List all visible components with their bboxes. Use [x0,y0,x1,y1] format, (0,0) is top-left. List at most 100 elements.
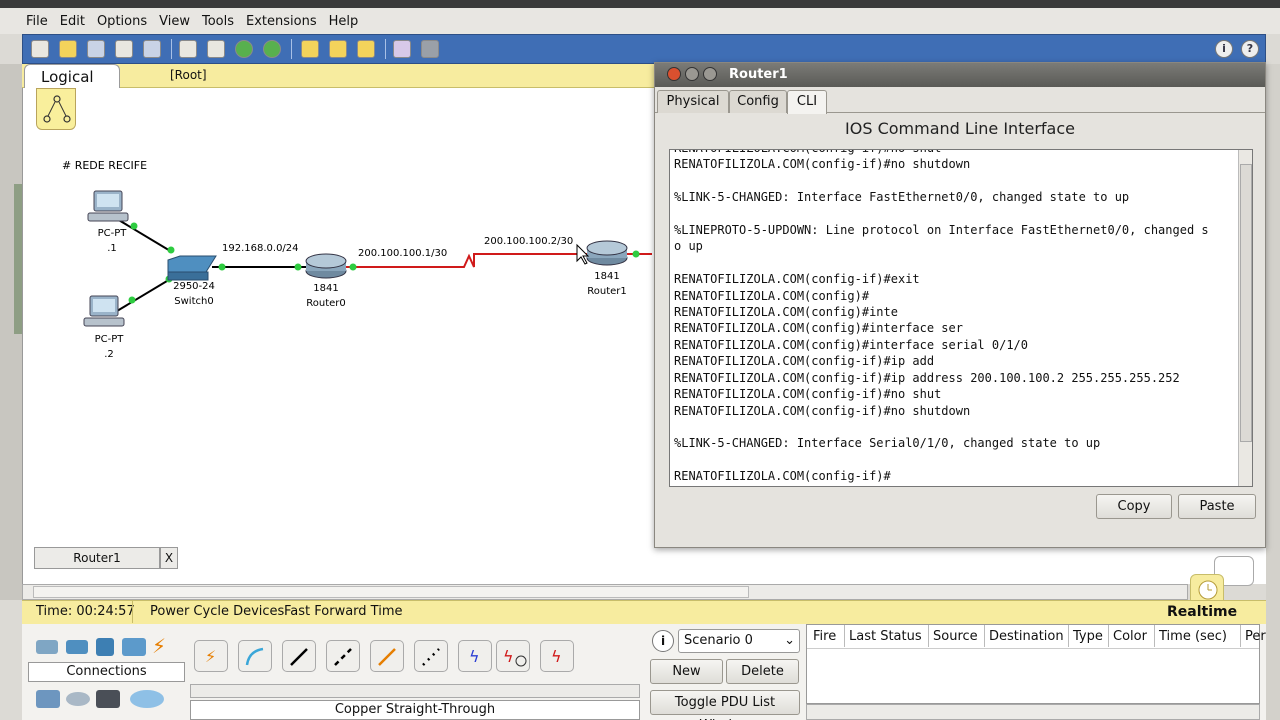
realtime-mode-label[interactable]: Realtime [1167,601,1237,623]
svg-text:ϟ: ϟ [469,647,480,666]
workspace-hscrollbar[interactable] [22,584,1188,600]
svg-text:⚡: ⚡ [205,647,216,666]
col-color[interactable]: Color [1109,625,1155,647]
open-folder-icon[interactable] [59,40,77,58]
pc2-model-label: PC-PT [95,334,125,345]
cli-line: RENATOFILIZOLA.COM(config)#interface ser… [674,337,1029,352]
cable-coaxial[interactable]: ϟ [458,640,492,672]
tab-cli[interactable]: CLI [787,90,827,114]
menu-bar: File Edit Options View Tools Extensions … [0,8,1280,34]
activity-wizard-icon[interactable] [143,40,161,58]
cli-line [674,452,1234,468]
connections-category-icon[interactable]: ⚡ [152,634,166,658]
end-devices-icon[interactable] [36,690,60,708]
toggle-pdu-list-button[interactable]: Toggle PDU List Window [650,690,800,720]
cli-line: RENATOFILIZOLA.COM(config-if)#ip add [674,354,935,369]
cli-line: RENATOFILIZOLA.COM(config-if)#no shutdow… [674,403,971,418]
cable-console[interactable] [238,640,272,672]
cli-scroll-thumb[interactable] [1240,164,1252,442]
col-destination[interactable]: Destination [985,625,1069,647]
workspace-hscroll-thumb[interactable] [33,586,749,598]
wan-emulation-icon[interactable] [66,692,90,706]
zoom-reset-icon[interactable] [329,40,347,58]
col-source[interactable]: Source [929,625,985,647]
save-icon[interactable] [87,40,105,58]
cli-line: RENATOFILIZOLA.COM(config)# [674,288,870,303]
pc2-name-label: .2 [104,349,114,360]
col-fire[interactable]: Fire [809,625,845,647]
zoom-in-icon[interactable] [301,40,319,58]
cli-line: RENATOFILIZOLA.COM(config)#interface ser [674,321,963,336]
window-top-strip [0,0,1280,8]
pdu-scrollbar[interactable] [806,704,1260,720]
cable-phone[interactable] [414,640,448,672]
cable-serial-dce[interactable]: ϟ [496,640,530,672]
tab-config[interactable]: Config [729,90,787,113]
new-file-icon[interactable] [31,40,49,58]
pc1-icon [87,190,129,222]
menu-help[interactable]: Help [329,14,359,29]
palette-icon[interactable] [393,40,411,58]
cli-console[interactable]: RENATOFILIZOLA.COM(config-if)#no shut REN… [669,149,1253,487]
col-periodic[interactable]: Per [1241,625,1266,647]
router1-window-title[interactable]: Router1 [655,63,1265,87]
tab-physical[interactable]: Physical [657,90,729,113]
menu-options[interactable]: Options [97,14,147,29]
cable-copper-straight[interactable] [282,640,316,672]
menu-extensions[interactable]: Extensions [246,14,317,29]
col-last-status[interactable]: Last Status [845,625,929,647]
col-time[interactable]: Time (sec) [1155,625,1241,647]
custom-devices-icon[interactable] [96,690,120,708]
svg-text:ϟ: ϟ [503,647,514,666]
close-window-icon[interactable] [667,67,681,81]
col-type[interactable]: Type [1069,625,1109,647]
new-scenario-button[interactable]: New [650,659,723,684]
cli-line: RENATOFILIZOLA.COM(config-if)#no shut [674,150,1234,156]
cable-copper-cross[interactable] [326,640,360,672]
cable-automatic[interactable]: ⚡ [194,640,228,672]
redo-icon[interactable] [263,40,281,58]
cli-scrollbar[interactable] [1238,150,1252,486]
cli-output[interactable]: RENATOFILIZOLA.COM(config-if)#no shut REN… [674,150,1234,485]
cable-serial-dte[interactable]: ϟ [540,640,574,672]
cli-line: RENATOFILIZOLA.COM(config-if)#exit [674,272,920,287]
minimize-window-icon[interactable] [685,67,699,81]
menu-view[interactable]: View [159,14,190,29]
cable-scrollbar[interactable] [190,684,640,698]
zoom-out-icon[interactable] [357,40,375,58]
menu-tools[interactable]: Tools [202,14,234,29]
fast-forward-button[interactable]: Fast Forward Time [284,601,402,623]
routers-category-icon[interactable] [36,640,58,654]
menu-edit[interactable]: Edit [60,14,85,29]
wireless-category-icon[interactable] [122,638,146,656]
delete-scenario-button[interactable]: Delete [726,659,799,684]
scenario-select[interactable]: Scenario 0 ⌄ [678,629,800,653]
link-pc2-switch [111,277,173,315]
help-icon[interactable]: ? [1241,40,1259,58]
menu-file[interactable]: File [26,14,48,29]
custom-device-icon[interactable] [421,40,439,58]
copy-button[interactable]: Copy [1096,494,1172,519]
cli-line [674,255,1234,271]
copy-icon[interactable] [179,40,197,58]
link-light [349,263,357,271]
serial-r1-label: 200.100.100.2/30 [484,236,573,247]
open-device-tab[interactable]: Router1 [34,547,160,569]
pdu-table-header: Fire Last Status Source Destination Type… [807,625,1266,649]
pc2-icon [83,295,125,327]
undo-icon[interactable] [235,40,253,58]
cable-fiber[interactable] [370,640,404,672]
main-toolbar: i ? [22,34,1266,64]
power-cycle-button[interactable]: Power Cycle Devices [150,601,284,623]
switches-category-icon[interactable] [66,640,88,654]
maximize-window-icon[interactable] [703,67,717,81]
info-icon[interactable]: i [1215,40,1233,58]
open-device-tab-close[interactable]: X [160,547,178,569]
scenario-info-icon[interactable]: i [652,630,674,652]
paste-icon[interactable] [207,40,225,58]
print-icon[interactable] [115,40,133,58]
hubs-category-icon[interactable] [96,638,114,656]
paste-button[interactable]: Paste [1178,494,1256,519]
multiuser-icon[interactable] [130,690,164,708]
router0-model-label: 1841 [313,283,338,294]
